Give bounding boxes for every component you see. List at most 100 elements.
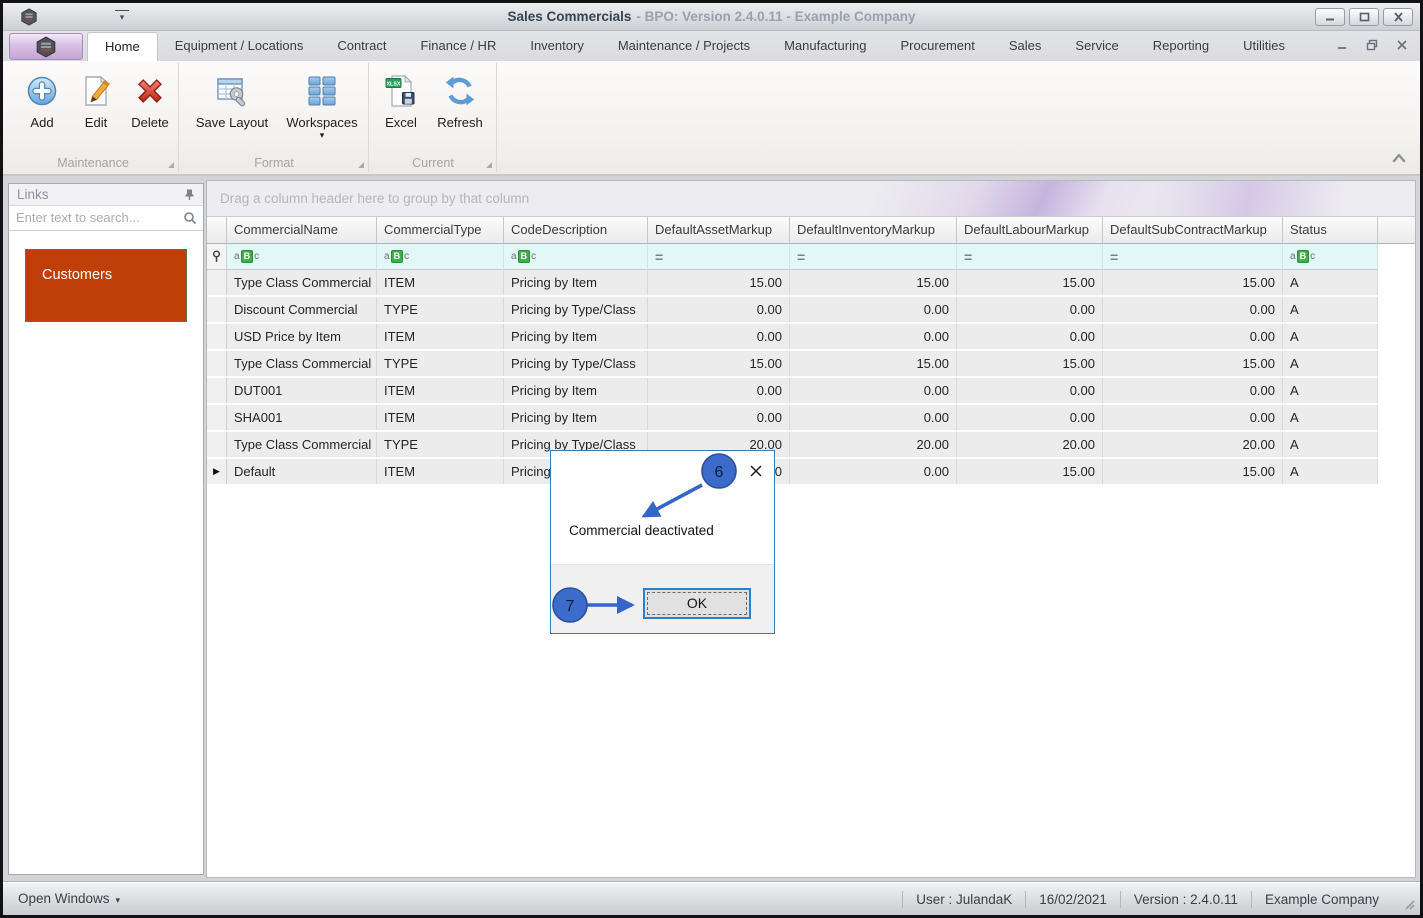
cell-defaultinventorymarkup[interactable]: 0.00 <box>790 297 957 322</box>
delete-button[interactable]: Delete <box>124 69 176 130</box>
cell-commercialname[interactable]: Type Class Commercial <box>227 270 377 295</box>
cell-codedescription[interactable]: Pricing by Item <box>504 324 648 349</box>
column-header-codedescription[interactable]: CodeDescription <box>504 217 648 244</box>
cell-commercialname[interactable]: USD Price by Item <box>227 324 377 349</box>
column-header-defaultassetmarkup[interactable]: DefaultAssetMarkup <box>648 217 790 244</box>
cell-defaultsubcontractmarkup[interactable]: 15.00 <box>1103 459 1283 484</box>
filter-cell-defaultinventorymarkup[interactable]: = <box>790 244 957 270</box>
tab-reporting[interactable]: Reporting <box>1136 32 1226 61</box>
cell-commercialname[interactable]: SHA001 <box>227 405 377 430</box>
table-row[interactable]: Discount CommercialTYPEPricing by Type/C… <box>207 297 1378 324</box>
cell-commercialname[interactable]: Discount Commercial <box>227 297 377 322</box>
cell-defaultsubcontractmarkup[interactable]: 0.00 <box>1103 324 1283 349</box>
close-button[interactable] <box>1383 8 1413 26</box>
cell-commercialname[interactable]: Default <box>227 459 377 484</box>
tab-utilities[interactable]: Utilities <box>1226 32 1302 61</box>
save-layout-button[interactable]: Save Layout <box>189 69 275 130</box>
group-dialog-launcher-icon[interactable] <box>168 162 174 168</box>
group-by-bar[interactable]: Drag a column header here to group by th… <box>207 181 1415 217</box>
workspaces-dropdown-icon[interactable]: ▾ <box>320 131 325 139</box>
minimize-button[interactable] <box>1315 8 1345 26</box>
cell-commercialtype[interactable]: ITEM <box>377 405 504 430</box>
tab-contract[interactable]: Contract <box>320 32 403 61</box>
cell-defaultsubcontractmarkup[interactable]: 15.00 <box>1103 351 1283 376</box>
cell-status[interactable]: A <box>1283 432 1378 457</box>
filter-cell-status[interactable]: aBc <box>1283 244 1378 270</box>
filter-cell-commercialtype[interactable]: aBc <box>377 244 504 270</box>
cell-codedescription[interactable]: Pricing by Item <box>504 378 648 403</box>
group-dialog-launcher-icon[interactable] <box>358 162 364 168</box>
cell-status[interactable]: A <box>1283 297 1378 322</box>
table-row[interactable]: Type Class CommercialTYPEPricing by Type… <box>207 432 1378 459</box>
table-row[interactable]: ▶DefaultITEMPricing by Item0.000.0015.00… <box>207 459 1378 486</box>
cell-commercialname[interactable]: Type Class Commercial <box>227 351 377 376</box>
dialog-close-icon[interactable] <box>749 464 763 478</box>
pin-icon[interactable] <box>183 188 196 201</box>
tab-finance-hr[interactable]: Finance / HR <box>403 32 513 61</box>
application-menu-button[interactable] <box>9 33 83 60</box>
filter-cell-commercialname[interactable]: aBc <box>227 244 377 270</box>
filter-cell-defaultsubcontractmarkup[interactable]: = <box>1103 244 1283 270</box>
cell-defaultinventorymarkup[interactable]: 0.00 <box>790 378 957 403</box>
cell-defaultsubcontractmarkup[interactable]: 0.00 <box>1103 297 1283 322</box>
filter-edit-icon[interactable] <box>207 244 227 270</box>
filter-cell-codedescription[interactable]: aBc <box>504 244 648 270</box>
cell-defaultassetmarkup[interactable]: 0.00 <box>648 378 790 403</box>
cell-defaultinventorymarkup[interactable]: 0.00 <box>790 405 957 430</box>
ribbon-restore-icon[interactable] <box>1366 39 1378 51</box>
cell-status[interactable]: A <box>1283 270 1378 295</box>
cell-commercialtype[interactable]: TYPE <box>377 297 504 322</box>
excel-button[interactable]: XLSX Excel <box>375 69 427 130</box>
table-row[interactable]: USD Price by ItemITEMPricing by Item0.00… <box>207 324 1378 351</box>
cell-commercialname[interactable]: DUT001 <box>227 378 377 403</box>
cell-commercialtype[interactable]: ITEM <box>377 270 504 295</box>
cell-commercialname[interactable]: Type Class Commercial <box>227 432 377 457</box>
open-windows-button[interactable]: Open Windows▾ <box>18 883 120 916</box>
cell-status[interactable]: A <box>1283 324 1378 349</box>
group-dialog-launcher-icon[interactable] <box>486 162 492 168</box>
maximize-button[interactable] <box>1349 8 1379 26</box>
tab-maintenance-projects[interactable]: Maintenance / Projects <box>601 32 767 61</box>
cell-defaultinventorymarkup[interactable]: 15.00 <box>790 351 957 376</box>
table-row[interactable]: SHA001ITEMPricing by Item0.000.000.000.0… <box>207 405 1378 432</box>
filter-cell-defaultlabourmarkup[interactable]: = <box>957 244 1103 270</box>
cell-status[interactable]: A <box>1283 378 1378 403</box>
cell-defaultsubcontractmarkup[interactable]: 0.00 <box>1103 378 1283 403</box>
cell-codedescription[interactable]: Pricing by Item <box>504 270 648 295</box>
cell-commercialtype[interactable]: ITEM <box>377 378 504 403</box>
search-input[interactable]: Enter text to search... <box>9 206 203 231</box>
cell-status[interactable]: A <box>1283 351 1378 376</box>
search-icon[interactable] <box>183 211 197 225</box>
cell-defaultlabourmarkup[interactable]: 0.00 <box>957 405 1103 430</box>
cell-defaultassetmarkup[interactable]: 0.00 <box>648 297 790 322</box>
cell-defaultlabourmarkup[interactable]: 0.00 <box>957 324 1103 349</box>
collapse-ribbon-icon[interactable] <box>1390 150 1408 164</box>
cell-defaultsubcontractmarkup[interactable]: 15.00 <box>1103 270 1283 295</box>
tab-inventory[interactable]: Inventory <box>513 32 600 61</box>
cell-defaultinventorymarkup[interactable]: 0.00 <box>790 459 957 484</box>
cell-status[interactable]: A <box>1283 405 1378 430</box>
edit-button[interactable]: Edit <box>70 69 122 130</box>
tab-equipment-locations[interactable]: Equipment / Locations <box>158 32 321 61</box>
cell-codedescription[interactable]: Pricing by Item <box>504 405 648 430</box>
cell-defaultinventorymarkup[interactable]: 20.00 <box>790 432 957 457</box>
tab-home[interactable]: Home <box>87 32 158 61</box>
column-header-defaultsubcontractmarkup[interactable]: DefaultSubContractMarkup <box>1103 217 1283 244</box>
ribbon-close-icon[interactable] <box>1396 39 1408 51</box>
ribbon-minimize-icon[interactable] <box>1336 39 1348 51</box>
cell-commercialtype[interactable]: ITEM <box>377 459 504 484</box>
cell-commercialtype[interactable]: TYPE <box>377 351 504 376</box>
filter-cell-defaultassetmarkup[interactable]: = <box>648 244 790 270</box>
cell-codedescription[interactable]: Pricing by Type/Class <box>504 351 648 376</box>
cell-defaultsubcontractmarkup[interactable]: 20.00 <box>1103 432 1283 457</box>
table-row[interactable]: DUT001ITEMPricing by Item0.000.000.000.0… <box>207 378 1378 405</box>
tab-manufacturing[interactable]: Manufacturing <box>767 32 883 61</box>
column-header-defaultlabourmarkup[interactable]: DefaultLabourMarkup <box>957 217 1103 244</box>
cell-defaultassetmarkup[interactable]: 0.00 <box>648 324 790 349</box>
tab-sales[interactable]: Sales <box>992 32 1059 61</box>
cell-defaultinventorymarkup[interactable]: 15.00 <box>790 270 957 295</box>
cell-defaultlabourmarkup[interactable]: 15.00 <box>957 459 1103 484</box>
link-tile-customers[interactable]: Customers <box>25 249 187 322</box>
cell-commercialtype[interactable]: TYPE <box>377 432 504 457</box>
column-header-commercialname[interactable]: CommercialName <box>227 217 377 244</box>
